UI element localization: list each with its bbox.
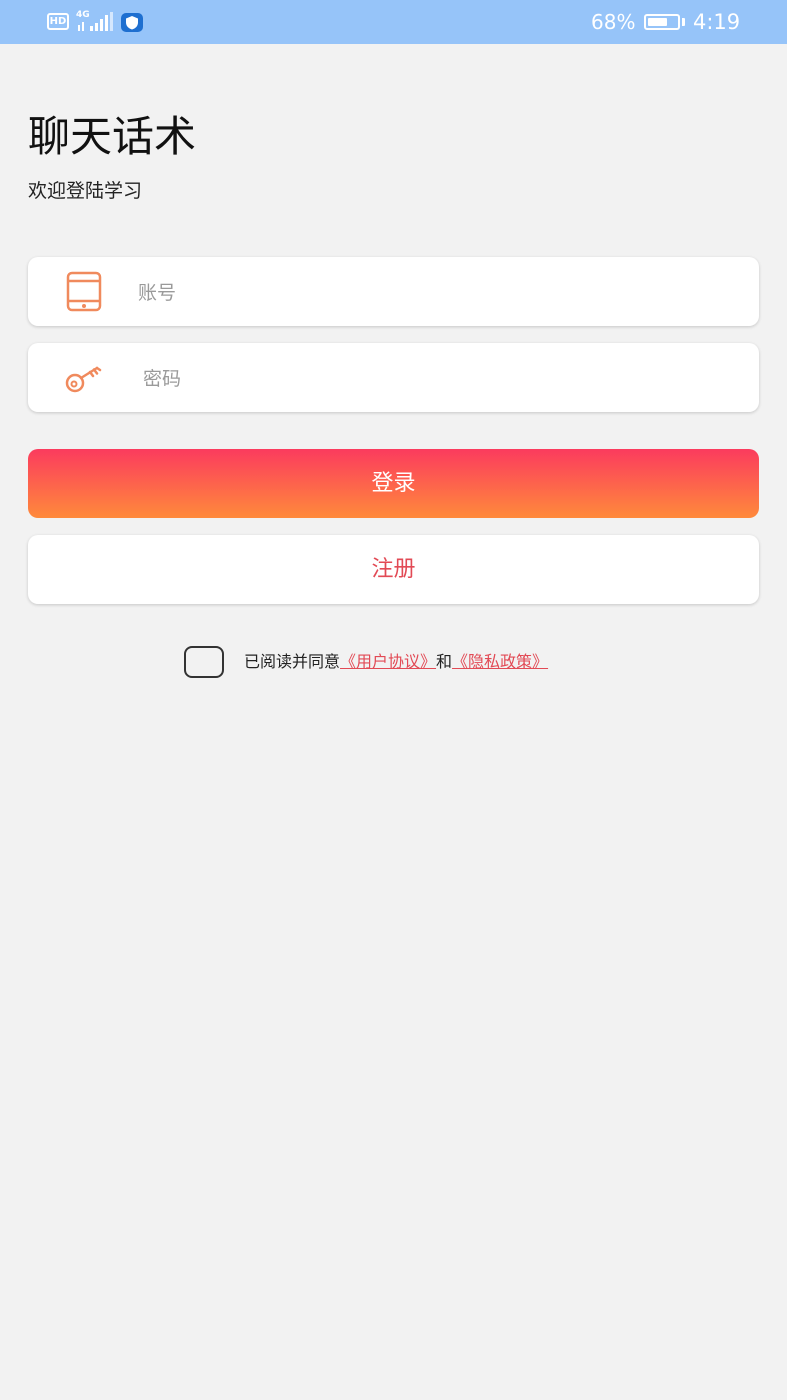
password-input[interactable] [141,343,745,414]
page-subtitle: 欢迎登陆学习 [28,180,143,202]
agreement-checkbox[interactable] [184,646,224,678]
user-agreement-link[interactable]: 《用户协议》 [340,652,436,671]
agreement-text: 已阅读并同意《用户协议》和《隐私政策》 [244,651,548,673]
app-notification-icon [121,13,143,32]
privacy-policy-link[interactable]: 《隐私政策》 [452,652,548,671]
key-icon [63,356,105,398]
hd-indicator: HD [47,13,69,30]
agreement-row: 已阅读并同意《用户协议》和《隐私政策》 [184,646,684,679]
page-title: 聊天话术 [28,112,197,161]
clock: 4:19 [693,10,741,34]
account-input[interactable] [136,257,740,328]
signal-bars-icon [78,12,113,31]
register-button[interactable]: 注册 [28,535,759,604]
login-button[interactable]: 登录 [28,449,759,518]
agreement-conjunction: 和 [436,652,453,671]
battery-icon [644,14,680,30]
battery-tip [682,18,685,26]
agreement-prefix: 已阅读并同意 [244,652,341,671]
tablet-icon [63,270,105,312]
password-field[interactable] [28,343,759,414]
battery-fill [648,18,667,26]
shield-icon [126,16,138,30]
status-bar: HD 4G 68% 4:19 [0,0,787,44]
battery-percent: 68% [591,10,636,34]
account-field[interactable] [28,257,759,328]
signal-icon: 4G [76,10,114,33]
